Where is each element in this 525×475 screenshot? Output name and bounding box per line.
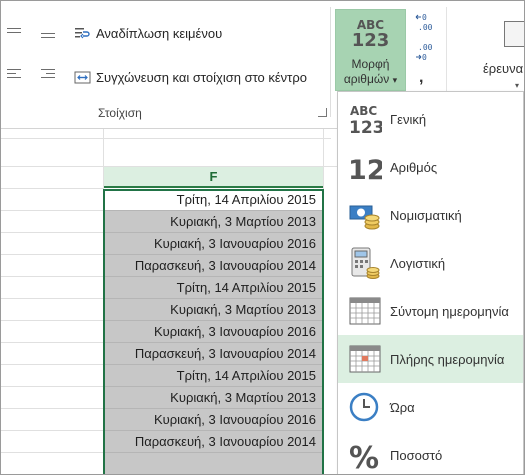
- merge-center-icon: [74, 70, 91, 85]
- increase-decimal-button[interactable]: 0 .00: [415, 13, 437, 32]
- align-top-icon[interactable]: [7, 28, 25, 42]
- find-select-icon[interactable]: [504, 21, 524, 47]
- menu-item-number[interactable]: 12 Αριθμός: [338, 143, 523, 191]
- accounting-format-icon: [348, 246, 382, 280]
- svg-text:0: 0: [422, 53, 427, 62]
- find-select-label[interactable]: έρευνα: [483, 61, 523, 76]
- align-middle-icon[interactable]: [41, 33, 59, 47]
- gridline: [1, 138, 331, 139]
- menu-item-label: Ώρα: [390, 399, 415, 415]
- gridline: [1, 188, 104, 189]
- table-cell[interactable]: Κυριακή, 3 Μαρτίου 2013: [104, 299, 323, 321]
- menu-item-long-date[interactable]: Πλήρης ημερομηνία: [338, 335, 523, 383]
- table-cell[interactable]: Κυριακή, 3 Ιανουαρίου 2016: [104, 409, 323, 431]
- wrap-text-label: Αναδίπλωση κειμένου: [96, 25, 223, 41]
- column-header-f[interactable]: F: [104, 167, 323, 188]
- svg-text:.00: .00: [418, 23, 433, 32]
- alignment-group-label: Στοίχιση: [98, 106, 142, 120]
- gridline: [323, 129, 324, 474]
- menu-item-label: Ποσοστό: [390, 447, 443, 463]
- menu-item-currency[interactable]: Νομισματική: [338, 191, 523, 239]
- svg-text:.00: .00: [418, 43, 433, 52]
- chevron-down-icon[interactable]: ▾: [515, 81, 519, 90]
- menu-item-label: Πλήρης ημερομηνία: [390, 351, 505, 367]
- menu-item-percent[interactable]: % Ποσοστό: [338, 431, 523, 474]
- comma-style-button[interactable]: ,: [419, 69, 423, 87]
- align-right-icon[interactable]: [41, 69, 59, 83]
- number-format-123: 123: [351, 30, 390, 51]
- table-cell[interactable]: Παρασκευή, 3 Ιανουαρίου 2014: [104, 255, 323, 277]
- svg-text:0: 0: [422, 13, 427, 22]
- gridline: [1, 254, 104, 255]
- wrap-text-icon: [74, 26, 91, 41]
- gridline: [1, 232, 104, 233]
- menu-item-label: Αριθμός: [390, 159, 438, 175]
- group-separator: [330, 7, 331, 117]
- number-format-label-line2: αριθμών: [343, 72, 390, 86]
- table-cell[interactable]: Παρασκευή, 3 Ιανουαρίου 2014: [104, 343, 323, 365]
- gridline: [1, 210, 104, 211]
- gridline: [1, 386, 104, 387]
- table-cell[interactable]: [104, 453, 323, 474]
- general-format-icon: ABC 123: [348, 102, 385, 138]
- menu-item-time[interactable]: Ώρα: [338, 383, 523, 431]
- gridline: [1, 452, 104, 453]
- number-format-label: Μορφή αριθμών ▾: [336, 57, 405, 88]
- decrease-decimal-button[interactable]: .00 0: [415, 43, 437, 62]
- gridline: [1, 408, 104, 409]
- table-cell[interactable]: Παρασκευή, 3 Ιανουαρίου 2014: [104, 431, 323, 453]
- decrease-decimal-icon: .00 0: [416, 43, 433, 62]
- active-cell[interactable]: Τρίτη, 14 Απριλίου 2015: [104, 189, 323, 211]
- currency-format-icon: [348, 198, 382, 232]
- menu-item-label: Γενική: [390, 111, 427, 127]
- general-icon-123: 123: [349, 118, 382, 136]
- merge-center-label: Συγχώνευση και στοίχιση στο κέντρο: [96, 69, 307, 85]
- gridline: [1, 364, 104, 365]
- number-icon-text: 12: [348, 155, 382, 184]
- gridline: [1, 430, 104, 431]
- long-date-icon: [348, 342, 382, 376]
- table-cell[interactable]: Κυριακή, 3 Ιανουαρίου 2016: [104, 321, 323, 343]
- gridline: [1, 320, 104, 321]
- gridline: [1, 342, 104, 343]
- menu-item-accounting[interactable]: Λογιστική: [338, 239, 523, 287]
- gridline: [1, 276, 104, 277]
- gridline: [1, 298, 104, 299]
- percent-icon-text: %: [349, 441, 379, 472]
- number-format-label-line1: Μορφή: [351, 57, 390, 71]
- table-cell[interactable]: Τρίτη, 14 Απριλίου 2015: [104, 277, 323, 299]
- general-icon-abc: ABC: [350, 104, 377, 118]
- excel-window: Αναδίπλωση κειμένου Συγχώνευση και στοίχ…: [0, 0, 525, 475]
- number-format-dropdown: ABC 123 Γενική 12 Αριθμός Νομισματική Λο…: [337, 91, 524, 474]
- number-format-button[interactable]: ABC 123 Μορφή αριθμών ▾: [335, 9, 406, 91]
- number-format-icon: 12: [348, 150, 386, 186]
- dialog-launcher-icon[interactable]: [318, 108, 327, 117]
- table-cell[interactable]: Τρίτη, 14 Απριλίου 2015: [104, 365, 323, 387]
- table-cell[interactable]: Κυριακή, 3 Μαρτίου 2013: [104, 387, 323, 409]
- menu-item-general[interactable]: ABC 123 Γενική: [338, 95, 523, 143]
- short-date-icon: [348, 294, 382, 328]
- menu-item-label: Νομισματική: [390, 207, 462, 223]
- percent-icon: %: [348, 438, 382, 474]
- increase-decimal-icon: 0 .00: [415, 13, 433, 32]
- merge-center-button[interactable]: Συγχώνευση και στοίχιση στο κέντρο: [74, 66, 307, 88]
- time-icon: [348, 390, 382, 424]
- wrap-text-button[interactable]: Αναδίπλωση κειμένου: [74, 22, 222, 44]
- menu-item-short-date[interactable]: Σύντομη ημερομηνία: [338, 287, 523, 335]
- chevron-down-icon: ▾: [392, 75, 398, 85]
- table-cell[interactable]: Κυριακή, 3 Μαρτίου 2013: [104, 211, 323, 233]
- table-cell[interactable]: Κυριακή, 3 Ιανουαρίου 2016: [104, 233, 323, 255]
- menu-item-label: Σύντομη ημερομηνία: [390, 303, 509, 319]
- menu-item-label: Λογιστική: [390, 255, 446, 271]
- align-left-icon[interactable]: [7, 69, 25, 83]
